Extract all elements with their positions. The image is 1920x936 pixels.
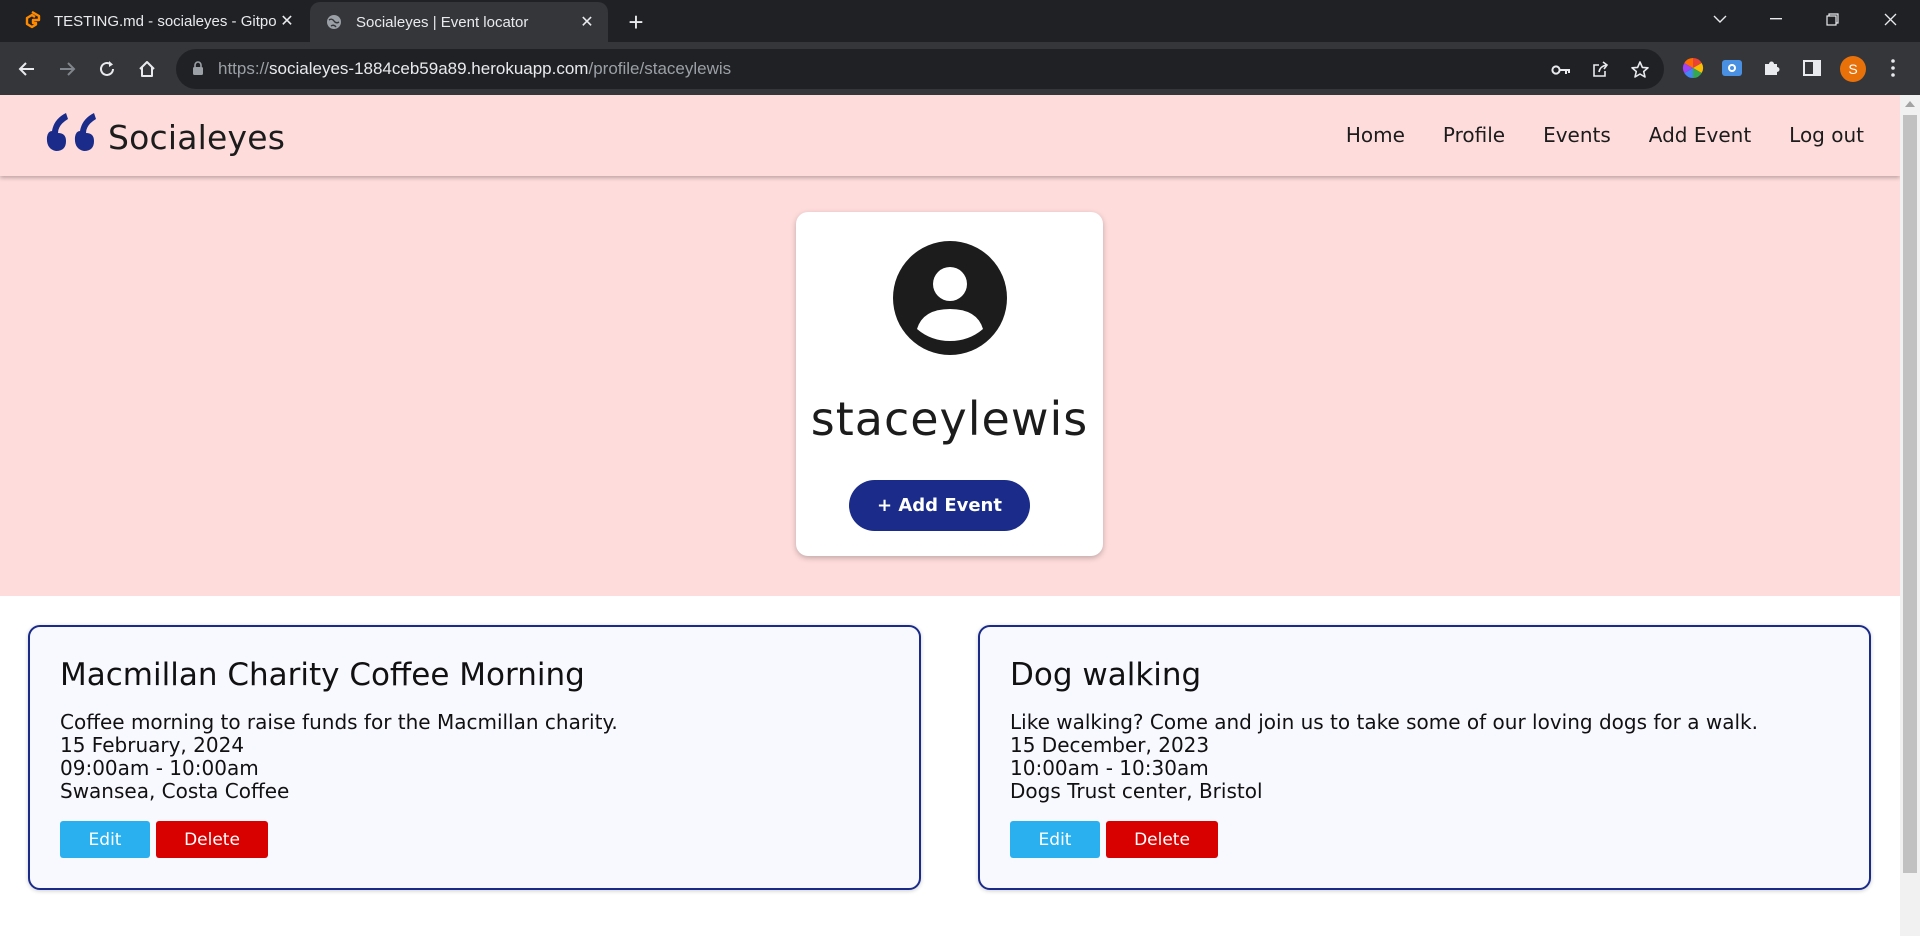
edit-event-button[interactable]: Edit [60, 821, 150, 858]
browser-toolbar: https://socialeyes-1884ceb59a89.herokuap… [0, 42, 1920, 95]
page-viewport: Socialeyes Home Profile Events Add Event… [0, 95, 1900, 936]
event-details: Like walking? Come and join us to take s… [1010, 711, 1758, 803]
brand[interactable]: Socialeyes [44, 109, 285, 157]
share-icon[interactable] [1589, 59, 1611, 81]
key-icon[interactable] [1550, 59, 1572, 81]
nav-profile[interactable]: Profile [1443, 123, 1505, 147]
nav-log-out[interactable]: Log out [1789, 123, 1864, 147]
event-time: 09:00am - 10:00am [60, 756, 259, 780]
globe-icon [324, 12, 344, 32]
url-text: https://socialeyes-1884ceb59a89.herokuap… [218, 59, 732, 78]
color-picker-extension-icon[interactable] [1680, 55, 1706, 81]
profile-card: staceylewis + Add Event [796, 212, 1103, 556]
browser-tab-strip: TESTING.md - socialeyes - Gitpo ✕ Social… [0, 0, 1920, 42]
delete-event-button[interactable]: Delete [156, 821, 268, 858]
site-navbar: Socialeyes Home Profile Events Add Event… [0, 95, 1900, 176]
scrollbar-thumb[interactable] [1903, 115, 1917, 873]
event-actions: Edit Delete [1010, 821, 1218, 858]
forward-icon[interactable] [52, 54, 82, 84]
delete-event-button[interactable]: Delete [1106, 821, 1218, 858]
browser-menu-icon[interactable] [1880, 55, 1906, 81]
minimize-icon[interactable] [1748, 0, 1804, 38]
address-bar[interactable]: https://socialeyes-1884ceb59a89.herokuap… [176, 49, 1664, 89]
main-nav: Home Profile Events Add Event Log out [1346, 123, 1864, 147]
event-title: Dog walking [1010, 657, 1202, 693]
event-date: 15 December, 2023 [1010, 733, 1210, 757]
nav-home[interactable]: Home [1346, 123, 1405, 147]
bookmark-star-icon[interactable] [1629, 59, 1651, 81]
profile-username: staceylewis [810, 392, 1089, 446]
browser-tab-socialeyes[interactable]: Socialeyes | Event locator ✕ [310, 2, 608, 42]
gitpod-icon [22, 11, 42, 31]
event-date: 15 February, 2024 [60, 733, 245, 757]
new-tab-button[interactable]: + [622, 7, 650, 37]
side-panel-icon[interactable] [1799, 55, 1825, 81]
tab-title: Socialeyes | Event locator [356, 13, 529, 31]
page-scrollbar[interactable] [1900, 95, 1920, 936]
event-description: Coffee morning to raise funds for the Ma… [60, 710, 618, 734]
event-card: Dog walking Like walking? Come and join … [978, 625, 1871, 890]
extensions-puzzle-icon[interactable] [1759, 55, 1785, 81]
home-icon[interactable] [132, 54, 162, 84]
add-event-button[interactable]: + Add Event [849, 480, 1030, 531]
restore-icon[interactable] [1804, 0, 1860, 38]
browser-tab-gitpod[interactable]: TESTING.md - socialeyes - Gitpo ✕ [8, 0, 308, 42]
event-location: Dogs Trust center, Bristol [1010, 779, 1263, 803]
scroll-up-icon[interactable] [1905, 101, 1915, 107]
screen-capture-extension-icon[interactable] [1719, 55, 1745, 81]
reload-icon[interactable] [92, 54, 122, 84]
lock-icon[interactable] [192, 61, 204, 81]
brand-name: Socialeyes [108, 117, 286, 157]
event-time: 10:00am - 10:30am [1010, 756, 1209, 780]
tab-title: TESTING.md - socialeyes - Gitpo [54, 12, 276, 30]
user-avatar-icon [893, 241, 1007, 355]
close-tab-icon[interactable]: ✕ [276, 10, 298, 32]
quote-logo-icon [46, 113, 96, 151]
event-location: Swansea, Costa Coffee [60, 779, 290, 803]
close-window-icon[interactable] [1862, 0, 1918, 38]
event-actions: Edit Delete [60, 821, 268, 858]
browser-profile-avatar[interactable]: S [1840, 56, 1866, 82]
event-card: Macmillan Charity Coffee Morning Coffee … [28, 625, 921, 890]
close-tab-icon[interactable]: ✕ [576, 11, 598, 33]
event-details: Coffee morning to raise funds for the Ma… [60, 711, 618, 803]
event-description: Like walking? Come and join us to take s… [1010, 710, 1758, 734]
edit-event-button[interactable]: Edit [1010, 821, 1100, 858]
nav-events[interactable]: Events [1543, 123, 1611, 147]
event-title: Macmillan Charity Coffee Morning [60, 657, 585, 693]
back-icon[interactable] [12, 54, 42, 84]
tab-search-icon[interactable] [1692, 0, 1748, 38]
nav-add-event[interactable]: Add Event [1649, 123, 1751, 147]
